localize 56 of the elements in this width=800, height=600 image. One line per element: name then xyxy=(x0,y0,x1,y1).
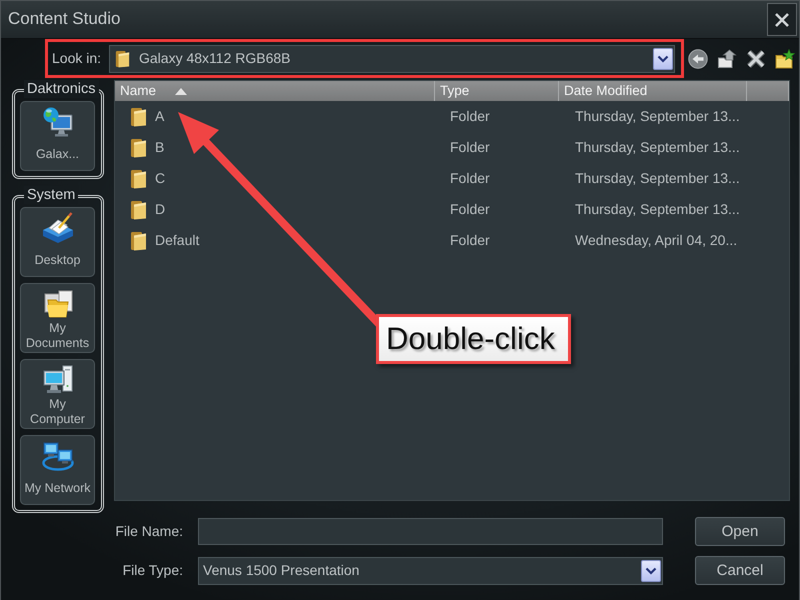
item-name[interactable]: D xyxy=(155,201,166,218)
folder-icon xyxy=(115,50,130,68)
window-title: Content Studio xyxy=(8,9,120,30)
group-title: Daktronics xyxy=(24,80,98,98)
dropdown-button[interactable] xyxy=(641,560,661,582)
place-button[interactable]: Galax... xyxy=(20,101,95,171)
x-mark-icon[interactable] xyxy=(746,48,766,68)
item-date: Thursday, September 13... xyxy=(575,201,740,218)
folder-documents-icon xyxy=(42,288,74,320)
item-date: Thursday, September 13... xyxy=(575,170,740,186)
item-type: Folder xyxy=(450,139,490,156)
item-name[interactable]: A xyxy=(155,108,164,125)
item-date: Thursday, September 13... xyxy=(575,108,740,124)
place-button[interactable]: My Documents xyxy=(20,283,95,353)
file-type-label: File Type: xyxy=(122,562,183,579)
column-header[interactable]: Name xyxy=(115,81,435,101)
folder-star-icon[interactable] xyxy=(775,48,795,68)
folder-icon xyxy=(130,138,147,158)
item-date: Wednesday, April 04, 20... xyxy=(575,232,738,248)
chevron-down-icon xyxy=(657,54,669,62)
item-type: Folder xyxy=(450,201,490,218)
file-name-field[interactable] xyxy=(198,518,663,545)
look-in-combobox[interactable]: Galaxy 48x112 RGB68B xyxy=(109,44,675,72)
item-name[interactable]: C xyxy=(155,170,166,187)
close-button[interactable] xyxy=(767,3,797,36)
place-button[interactable]: Desktop xyxy=(20,207,95,277)
open-button[interactable]: Open xyxy=(695,517,785,546)
desktop-tray-icon xyxy=(42,212,74,244)
close-icon xyxy=(774,12,790,28)
look-in-label: Look in: xyxy=(52,50,102,67)
left-arrow-circle-icon[interactable] xyxy=(688,48,708,68)
file-type-combobox[interactable]: Venus 1500 Presentation xyxy=(198,556,663,584)
item-date: Thursday, September 13... xyxy=(575,139,740,156)
callout: Double-click xyxy=(376,314,571,364)
folder-icon xyxy=(130,106,147,126)
column-header[interactable]: Date Modified xyxy=(559,81,747,101)
chevron-down-icon xyxy=(645,566,657,574)
monitor-globe-icon xyxy=(42,106,74,138)
cancel-button[interactable]: Cancel xyxy=(695,556,785,585)
file-name-label: File Name: xyxy=(114,523,183,540)
item-name[interactable]: B xyxy=(155,139,164,156)
folder-icon xyxy=(130,200,147,220)
group-title: System xyxy=(24,186,78,204)
column-header[interactable]: Type xyxy=(435,81,559,101)
item-name[interactable]: Default xyxy=(155,232,200,249)
place-button[interactable]: My Network xyxy=(20,435,95,505)
network-icon xyxy=(42,440,74,472)
dropdown-button[interactable] xyxy=(653,48,673,70)
computer-icon xyxy=(42,364,74,396)
item-type: Folder xyxy=(450,232,490,248)
place-button[interactable]: My Computer xyxy=(20,359,95,429)
folder-up-icon[interactable] xyxy=(717,48,737,68)
folder-icon xyxy=(130,230,147,250)
item-type: Folder xyxy=(450,108,490,124)
folder-icon xyxy=(130,168,147,188)
item-type: Folder xyxy=(450,170,490,186)
